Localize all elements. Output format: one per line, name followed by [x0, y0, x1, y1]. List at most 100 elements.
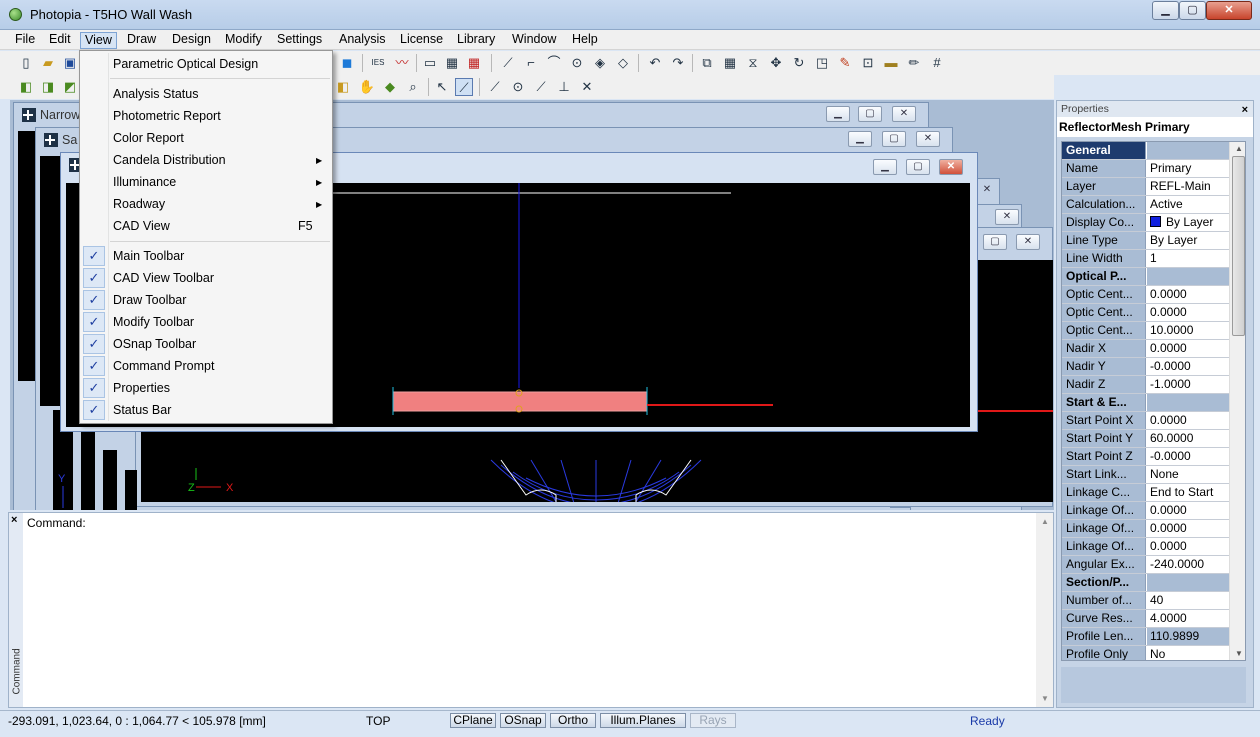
ortho-toggle[interactable]: Ortho — [550, 713, 596, 728]
scroll-down-icon[interactable]: ▼ — [1041, 694, 1049, 703]
curve-chart-icon[interactable]: 〰 — [393, 54, 411, 72]
open-folder-icon[interactable]: ▰ — [39, 54, 57, 72]
cube-view-icon[interactable]: ◧ — [17, 78, 35, 96]
new-file-icon[interactable]: ▯ — [17, 54, 35, 72]
select-pointer-icon[interactable]: ↖ — [433, 78, 451, 96]
property-value[interactable]: 60.0000 — [1147, 430, 1229, 447]
property-row[interactable]: Linkage Of... 0.0000 — [1062, 520, 1229, 538]
menu-item-parametric-optical-design[interactable]: Parametric Optical Design — [113, 54, 258, 74]
window-minimize-button[interactable]: ▁ — [826, 106, 850, 122]
property-value[interactable]: End to Start — [1147, 484, 1229, 501]
property-scrollbar[interactable]: ▲ ▼ — [1229, 142, 1245, 660]
cplane-toggle[interactable]: CPlane — [450, 713, 496, 728]
line-icon[interactable]: ⟋ — [499, 54, 517, 72]
property-row[interactable]: Calculation... Active — [1062, 196, 1229, 214]
property-row[interactable]: Start Point Z -0.0000 — [1062, 448, 1229, 466]
window-restore-button[interactable]: ▢ — [882, 131, 906, 147]
cube-color-icon[interactable]: ◧ — [334, 78, 352, 96]
window-close-button[interactable]: ✕ — [892, 106, 916, 122]
property-row[interactable]: Nadir Z -1.0000 — [1062, 376, 1229, 394]
snap-center-icon[interactable]: ⊙ — [509, 78, 527, 96]
window-restore-button[interactable]: ▢ — [906, 159, 930, 175]
menu-item-main-toolbar[interactable]: Main Toolbar — [113, 246, 184, 266]
property-value[interactable]: 1 — [1147, 250, 1229, 267]
monitor-icon[interactable]: ▭ — [421, 54, 439, 72]
window-restore-button[interactable]: ▢ — [983, 234, 1007, 250]
scroll-down-icon[interactable]: ▼ — [1235, 649, 1243, 658]
property-row[interactable]: Angular Ex... -240.0000 — [1062, 556, 1229, 574]
redo-icon[interactable]: ↷ — [669, 54, 687, 72]
trim-icon[interactable]: ⊡ — [859, 54, 877, 72]
zoom-icon[interactable]: ⌕ — [404, 78, 422, 96]
menu-license[interactable]: License — [396, 32, 447, 49]
property-category[interactable]: General — [1062, 142, 1229, 160]
rotate-icon[interactable]: ↻ — [790, 54, 808, 72]
property-row[interactable]: Profile Len... 110.9899 — [1062, 628, 1229, 646]
pencil-icon[interactable]: ✏ — [905, 54, 923, 72]
menu-item-color-report[interactable]: Color Report — [113, 128, 184, 148]
property-value[interactable]: REFL-Main — [1147, 178, 1229, 195]
mirror-icon[interactable]: ⧖ — [744, 54, 762, 72]
property-value[interactable]: 0.0000 — [1147, 538, 1229, 555]
property-value[interactable]: None — [1147, 466, 1229, 483]
cad-canvas[interactable] — [40, 156, 60, 406]
illum-planes-toggle[interactable]: Illum.Planes — [600, 713, 686, 728]
property-row[interactable]: Profile Only No — [1062, 646, 1229, 660]
command-scrollbar[interactable]: ▲ ▼ — [1036, 513, 1053, 707]
property-value[interactable]: 0.0000 — [1147, 286, 1229, 303]
maximize-button[interactable]: ▢ — [1179, 1, 1206, 20]
ies-ldt-icon[interactable]: IES — [369, 54, 387, 72]
save-icon[interactable]: ▣ — [61, 54, 79, 72]
menu-item-modify-toolbar[interactable]: Modify Toolbar — [113, 312, 194, 332]
property-row[interactable]: Linkage C... End to Start — [1062, 484, 1229, 502]
close-button[interactable]: ✕ — [1206, 1, 1252, 20]
property-value[interactable]: By Layer — [1147, 214, 1229, 231]
property-row[interactable]: Optic Cent... 0.0000 — [1062, 286, 1229, 304]
arc-icon[interactable]: ⌒ — [545, 54, 563, 72]
window-restore-button[interactable]: ▢ — [858, 106, 882, 122]
menu-item-roadway[interactable]: Roadway — [113, 194, 165, 214]
menu-edit[interactable]: Edit — [45, 32, 75, 49]
property-row[interactable]: Start Link... None — [1062, 466, 1229, 484]
polyline-icon[interactable]: ⌐ — [522, 54, 540, 72]
window-close-button[interactable]: ✕ — [939, 159, 963, 175]
window-close-button[interactable]: ✕ — [995, 209, 1019, 225]
snap-perpendicular-icon[interactable]: ⊥ — [555, 78, 573, 96]
menu-item-candela-distribution[interactable]: Candela Distribution — [113, 150, 226, 170]
snap-tangent-icon[interactable]: ⟋ — [532, 78, 550, 96]
menu-analysis[interactable]: Analysis — [335, 32, 390, 49]
window-close-button[interactable]: ✕ — [916, 131, 940, 147]
property-value[interactable]: 10.0000 — [1147, 322, 1229, 339]
property-category[interactable]: Section/P... — [1062, 574, 1229, 592]
window-close-button[interactable]: ✕ — [1016, 234, 1040, 250]
property-row[interactable]: Nadir Y -0.0000 — [1062, 358, 1229, 376]
property-value[interactable]: 110.9899 — [1147, 628, 1229, 645]
red-calculator-icon[interactable]: ▦ — [465, 54, 483, 72]
property-value[interactable]: 4.0000 — [1147, 610, 1229, 627]
window-minimize-button[interactable]: ▁ — [873, 159, 897, 175]
rays-toggle[interactable]: Rays — [690, 713, 736, 728]
menu-item-cad-view-toolbar[interactable]: CAD View Toolbar — [113, 268, 214, 288]
property-row[interactable]: Start Point Y 60.0000 — [1062, 430, 1229, 448]
window-close-button[interactable]: ✕ — [975, 183, 999, 199]
menu-draw[interactable]: Draw — [123, 32, 160, 49]
scroll-thumb[interactable] — [1232, 156, 1245, 336]
property-row[interactable]: Line Type By Layer — [1062, 232, 1229, 250]
property-value[interactable]: 0.0000 — [1147, 304, 1229, 321]
menu-design[interactable]: Design — [168, 32, 215, 49]
property-value[interactable]: -0.0000 — [1147, 358, 1229, 375]
property-value[interactable]: 0.0000 — [1147, 412, 1229, 429]
reflector-icon[interactable]: ◈ — [591, 54, 609, 72]
property-value[interactable]: Primary — [1147, 160, 1229, 177]
property-value[interactable]: 40 — [1147, 592, 1229, 609]
property-row[interactable]: Number of... 40 — [1062, 592, 1229, 610]
menu-file[interactable]: File — [11, 32, 39, 49]
menu-library[interactable]: Library — [453, 32, 499, 49]
calculator-icon[interactable]: ▦ — [443, 54, 461, 72]
property-category[interactable]: Optical P... — [1062, 268, 1229, 286]
menu-item-osnap-toolbar[interactable]: OSnap Toolbar — [113, 334, 196, 354]
undo-icon[interactable]: ↶ — [646, 54, 664, 72]
menu-modify[interactable]: Modify — [221, 32, 266, 49]
property-value[interactable]: -1.0000 — [1147, 376, 1229, 393]
menu-item-draw-toolbar[interactable]: Draw Toolbar — [113, 290, 186, 310]
